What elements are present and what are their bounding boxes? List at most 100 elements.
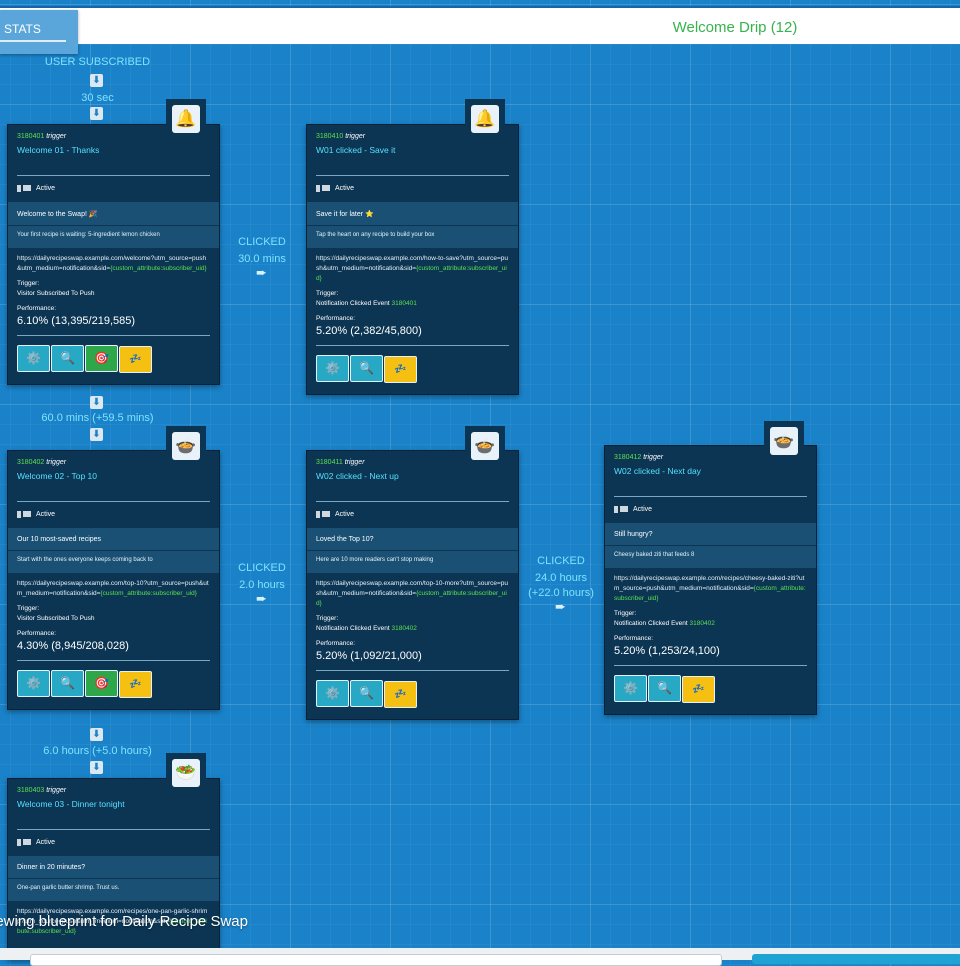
settings-button[interactable]: ⚙️	[316, 680, 349, 707]
performance-label: Performance:	[17, 630, 57, 637]
card-url: https://dailyrecipeswap.example.com/top-…	[316, 580, 509, 607]
preview-button[interactable]: 🔍	[350, 355, 383, 382]
mobile-icon	[316, 184, 320, 192]
message-preview: Loved the Top 10? Here are 10 more reader…	[307, 528, 518, 573]
notification-card[interactable]: 3180412 trigger W02 clicked - Next day A…	[604, 445, 817, 715]
message-preview: Dinner in 20 minutes? One-pan garlic butt…	[8, 856, 219, 901]
message-preview: Welcome to the Swap! 🎉 Your first recipe …	[8, 202, 219, 248]
card-name[interactable]: Welcome 02 - Top 10	[17, 471, 210, 481]
preview-button[interactable]: 🔍	[51, 670, 84, 697]
bottom-action-button[interactable]	[752, 954, 960, 964]
trigger-info: Trigger: Visitor Subscribed To Push	[17, 280, 95, 297]
salad-icon: 🥗	[166, 753, 206, 793]
performance-label: Performance:	[17, 305, 57, 312]
desktop-icon	[322, 185, 330, 192]
message-preview: Our 10 most-saved recipes Start with the …	[8, 528, 219, 573]
card-url: https://dailyrecipeswap.example.com/how-…	[316, 255, 509, 282]
trigger-info: Trigger: Notification Clicked Event 31804…	[316, 290, 417, 307]
message-preview: Still hungry? Cheesy baked ziti that feed…	[605, 523, 816, 568]
status-row: Active	[307, 508, 518, 522]
preview-button[interactable]: 🔍	[51, 345, 84, 372]
card-url: https://dailyrecipeswap.example.com/reci…	[614, 575, 806, 602]
pause-button[interactable]: 💤	[119, 346, 152, 373]
settings-button[interactable]: ⚙️	[17, 670, 50, 697]
right-arrow-icon: ➨	[555, 600, 566, 615]
desktop-icon	[23, 185, 31, 192]
clicked-delay: 24.0 hours	[535, 572, 587, 584]
stats-label: STATS	[4, 22, 41, 36]
card-name[interactable]: Welcome 01 - Thanks	[17, 145, 210, 155]
performance-value: 5.20% (1,092/21,000)	[316, 650, 422, 662]
status-row: Active	[8, 508, 219, 522]
flow-delay-label: 30 sec	[81, 92, 114, 104]
card-url: https://dailyrecipeswap.example.com/top-…	[17, 580, 209, 597]
message-preview: Save it for later ⭐ Tap the heart on any …	[307, 202, 518, 248]
card-url: https://dailyrecipeswap.example.com/welc…	[17, 255, 207, 272]
card-name[interactable]: W02 clicked - Next day	[614, 466, 807, 476]
clicked-label: CLICKED	[537, 555, 585, 567]
down-arrow-icon: ⬇	[90, 428, 103, 441]
pause-button[interactable]: 💤	[384, 356, 417, 383]
card-name[interactable]: W01 clicked - Save it	[316, 145, 509, 155]
pause-button[interactable]: 💤	[119, 671, 152, 698]
down-arrow-icon: ⬇	[90, 396, 103, 409]
right-arrow-icon: ➨	[256, 592, 267, 607]
blueprint-status-text: iewing blueprint for Daily Recipe Swap	[0, 913, 248, 930]
performance-label: Performance:	[316, 315, 356, 322]
mobile-icon	[316, 510, 320, 518]
preview-button[interactable]: 🔍	[648, 675, 681, 702]
desktop-icon	[620, 506, 628, 513]
preview-button[interactable]: 🔍	[350, 680, 383, 707]
status-row: Active	[605, 503, 816, 517]
pause-button[interactable]: 💤	[384, 681, 417, 708]
flow-start-label: USER SUBSCRIBED	[44, 56, 151, 68]
card-name[interactable]: W02 clicked - Next up	[316, 471, 509, 481]
down-arrow-icon: ⬇	[90, 761, 103, 774]
clicked-delay-extra: (+22.0 hours)	[528, 587, 594, 599]
top-bar: Welcome Drip (12)	[0, 6, 960, 44]
performance-value: 6.10% (13,395/219,585)	[17, 315, 136, 327]
notification-card[interactable]: 3180402 trigger Welcome 02 - Top 10 Acti…	[7, 450, 220, 710]
performance-value: 5.20% (1,253/24,100)	[614, 645, 720, 657]
mobile-icon	[17, 510, 21, 518]
pause-button[interactable]: 💤	[682, 676, 715, 703]
performance-label: Performance:	[614, 635, 654, 642]
mobile-icon	[614, 505, 618, 513]
desktop-icon	[322, 511, 330, 518]
status-row: Active	[8, 182, 219, 196]
desktop-icon	[23, 839, 31, 846]
bottom-bar	[0, 948, 960, 966]
bottom-input[interactable]	[30, 954, 722, 966]
clicked-delay: 30.0 mins	[238, 253, 286, 265]
performance-label: Performance:	[316, 640, 356, 647]
settings-button[interactable]: ⚙️	[316, 355, 349, 382]
notification-card[interactable]: 3180401 trigger Welcome 01 - Thanks Acti…	[7, 124, 220, 385]
down-arrow-icon: ⬇	[90, 107, 103, 120]
down-arrow-icon: ⬇	[90, 728, 103, 741]
stats-button[interactable]: STATS	[0, 10, 78, 54]
clicked-label: CLICKED	[238, 562, 286, 574]
mobile-icon	[17, 184, 21, 192]
trigger-info: Trigger: Notification Clicked Event 31804…	[316, 615, 417, 632]
notification-card[interactable]: 3180403 trigger Welcome 03 - Dinner toni…	[7, 778, 220, 960]
settings-button[interactable]: ⚙️	[614, 675, 647, 702]
down-arrow-icon: ⬇	[90, 74, 103, 87]
pot-of-food-icon: 🍲	[166, 426, 206, 466]
card-name[interactable]: Welcome 03 - Dinner tonight	[17, 799, 210, 809]
settings-button[interactable]: ⚙️	[17, 345, 50, 372]
target-button[interactable]: 🎯	[85, 345, 118, 372]
flow-delay-label: 60.0 mins (+59.5 mins)	[41, 412, 154, 424]
notification-card[interactable]: 3180411 trigger W02 clicked - Next up Ac…	[306, 450, 519, 720]
clicked-delay: 2.0 hours	[239, 579, 285, 591]
trigger-info: Trigger: Visitor Subscribed To Push	[17, 605, 95, 622]
clicked-label: CLICKED	[238, 236, 286, 248]
right-arrow-icon: ➨	[256, 266, 267, 281]
status-row: Active	[307, 182, 518, 196]
performance-value: 4.30% (8,945/208,028)	[17, 640, 129, 652]
bell-icon: 🔔	[465, 99, 505, 139]
target-button[interactable]: 🎯	[85, 670, 118, 697]
bell-icon: 🔔	[166, 99, 206, 139]
stats-underline	[0, 40, 66, 42]
status-row: Active	[8, 836, 219, 850]
notification-card[interactable]: 3180410 trigger W01 clicked - Save it Ac…	[306, 124, 519, 395]
